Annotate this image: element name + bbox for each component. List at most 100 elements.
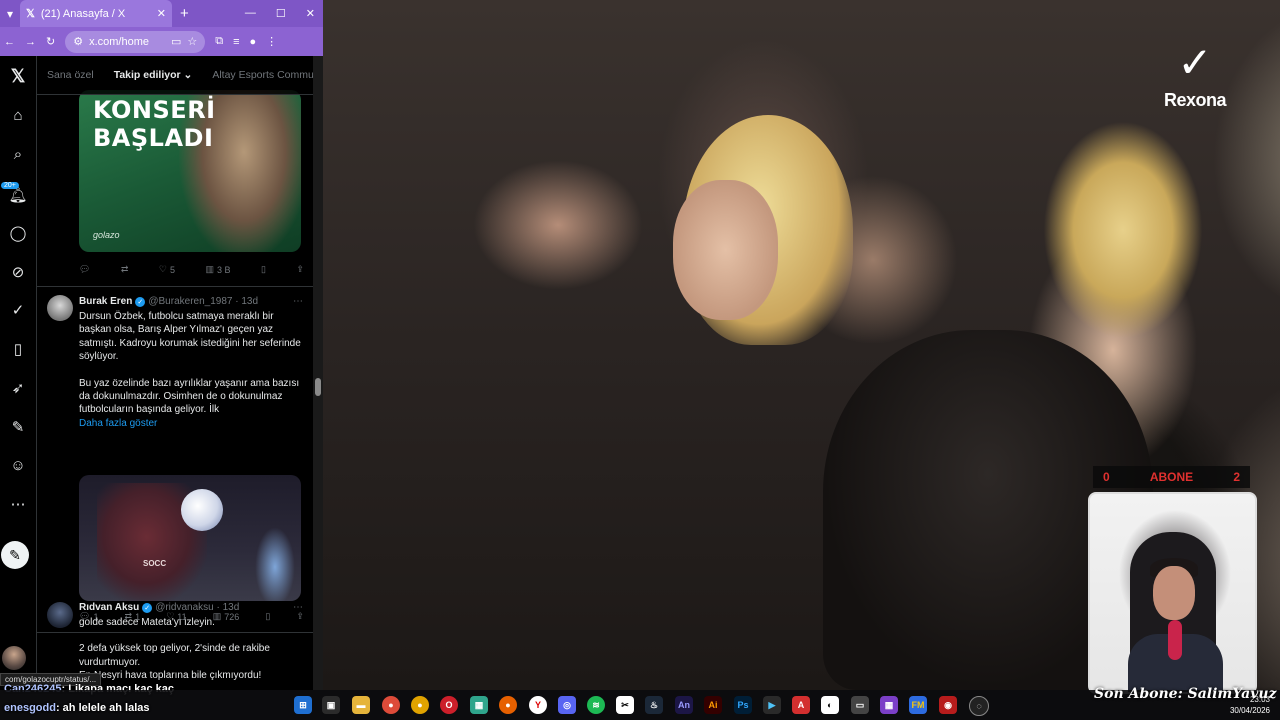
cast-icon[interactable]: ▭ [171, 35, 181, 48]
verified-icon: ✓ [135, 296, 146, 307]
microphone [1168, 620, 1182, 660]
forward-icon[interactable]: → [25, 36, 36, 48]
show-more-link[interactable]: Daha fazla göster [79, 417, 305, 430]
views-icon: ▥ [205, 264, 214, 274]
spotify-icon[interactable]: ≋ [587, 696, 605, 714]
address-bar[interactable]: ⚙ x.com/home ▭ ☆ [65, 30, 206, 53]
author-name[interactable]: Rıdvan Aksu [79, 602, 139, 613]
bookmarks-icon[interactable]: ▯ [4, 337, 32, 361]
tab-bar: ▾ 𝕏 (21) Anasayfa / X ✕ + — ☐ ✕ [0, 0, 323, 27]
tab-following[interactable]: Takip ediliyor ⌄ [104, 69, 203, 81]
discord-icon[interactable]: ◎ [558, 696, 576, 714]
author-handle[interactable]: @Burakeren_1987 · 13d [148, 296, 258, 307]
more-options-icon[interactable]: ⋯ [293, 602, 303, 613]
app3-icon[interactable]: FM [909, 696, 927, 714]
monitor-icon[interactable]: ▭ [851, 696, 869, 714]
reply-icon[interactable]: 💬︎ [79, 264, 90, 275]
avatar[interactable] [47, 602, 73, 628]
image-text: SOCC [143, 559, 167, 568]
x-sidebar: 𝕏 ⌂ ⌕ 🔔︎ 20+ ◯ ⊘ ✓ ▯ ➶ ✎ ☺ ⋯ ✎ [0, 56, 37, 690]
like-button[interactable]: ♡ 5 [159, 264, 175, 275]
media-icon[interactable]: ◐ [821, 696, 839, 714]
chrome-icon[interactable]: ● [382, 696, 400, 714]
abone-label: ABONE [1149, 470, 1194, 484]
rexona-logo: ✓ Rexona [1150, 36, 1240, 116]
steam-icon[interactable]: ♨ [645, 696, 663, 714]
feed-tabs: Sana özel Takip ediliyor ⌄ Altay Esports… [37, 56, 313, 95]
messages-icon[interactable]: ◯ [4, 221, 32, 245]
home-icon[interactable]: ⌂ [4, 103, 32, 127]
app2-icon[interactable]: ▦ [880, 696, 898, 714]
grok-icon[interactable]: ⊘ [4, 260, 32, 284]
tweet-header: Rıdvan Aksu ✓ @ridvanaksu · 13d [79, 602, 239, 613]
media-control-icon[interactable]: ≡ [233, 36, 239, 48]
extensions-icon[interactable]: ⧉ [215, 35, 223, 48]
chat-message: enesgodd: ah lelele ah lalas [4, 702, 150, 714]
profile-nav-icon[interactable]: ☺ [4, 453, 32, 477]
more-options-icon[interactable]: ⋯ [293, 296, 303, 307]
windows-start-icon[interactable]: ⊞ [294, 696, 312, 714]
obs-icon[interactable]: ◌ [969, 696, 989, 716]
verified-icon: ✓ [142, 602, 153, 613]
explorer-icon[interactable]: ▬ [352, 696, 370, 714]
site-info-icon[interactable]: ⚙ [73, 35, 83, 48]
more-icon[interactable]: ⋯ [4, 492, 32, 516]
premium-icon[interactable]: ✎ [4, 415, 32, 439]
compose-icon[interactable]: ✎ [1, 541, 29, 569]
back-icon[interactable]: ← [4, 36, 15, 48]
files-icon[interactable]: ▶ [763, 696, 781, 714]
minimize-icon[interactable]: — [245, 7, 256, 20]
window-controls: — ☐ ✕ [245, 7, 323, 20]
window-close-icon[interactable]: ✕ [306, 7, 315, 20]
tab-menu-icon[interactable]: ▾ [0, 7, 20, 21]
browser-menu-icon[interactable]: ⋮ [266, 35, 277, 48]
app-icon[interactable]: ▦ [470, 696, 488, 714]
capcut-icon[interactable]: ✂ [616, 696, 634, 714]
tweet-text: golde sadece Mateta'yı izleyin. 2 defa y… [79, 617, 270, 682]
avatar[interactable] [47, 295, 73, 321]
animate-icon[interactable]: An [675, 696, 693, 714]
communities-icon[interactable]: ✓ [4, 298, 32, 322]
jobs-icon[interactable]: ➶ [4, 376, 32, 400]
tweet-text: Dursun Özbek, futbolcu satmaya meraklı b… [79, 310, 305, 430]
opera-icon[interactable]: O [440, 696, 458, 714]
taskbar: ⊞ ▣ ▬ ● ● O ▦ ● Y ◎ ≋ ✂ ♨ An Ai Ps ▶ A ◐… [0, 690, 1280, 720]
author-name[interactable]: Burak Eren [79, 296, 132, 307]
scrollbar-thumb[interactable] [315, 378, 321, 396]
browser-tab[interactable]: 𝕏 (21) Anasayfa / X ✕ [20, 0, 172, 27]
reload-icon[interactable]: ↻ [46, 35, 55, 48]
tweet-image[interactable]: KONSERİ BAŞLADI golazo [79, 90, 301, 252]
maximize-icon[interactable]: ☐ [276, 7, 286, 20]
tab-close-icon[interactable]: ✕ [157, 7, 166, 20]
chat-user: enesgodd [4, 702, 56, 714]
repost-icon[interactable]: ⇄ [121, 264, 129, 275]
firefox-icon[interactable]: ● [499, 696, 517, 714]
yandex-icon[interactable]: Y [529, 696, 547, 714]
illustrator-icon[interactable]: Ai [704, 696, 722, 714]
profile-icon[interactable]: ● [250, 36, 257, 48]
x-logo-icon[interactable]: 𝕏 [4, 64, 32, 88]
acrobat-icon[interactable]: A [792, 696, 810, 714]
record-icon[interactable]: ◉ [939, 696, 957, 714]
views-button[interactable]: ▥ 3 B [205, 264, 230, 275]
search-icon[interactable]: ⌕ [4, 142, 32, 166]
like-icon: ♡ [158, 264, 167, 274]
tab-altay-esports[interactable]: Altay Esports Commu [202, 69, 313, 81]
share-icon[interactable]: ⇪ [296, 264, 304, 275]
author-handle[interactable]: @ridvanaksu · 13d [155, 602, 239, 613]
image-watermark: golazo [93, 230, 120, 240]
new-tab-icon[interactable]: + [180, 5, 189, 22]
browser-window: ▾ 𝕏 (21) Anasayfa / X ✕ + — ☐ ✕ ← → ↻ ⚙ … [0, 0, 323, 690]
task-view-icon[interactable]: ▣ [322, 696, 340, 714]
scrollbar[interactable] [313, 56, 323, 690]
bookmark-star-icon[interactable]: ☆ [187, 35, 197, 48]
photoshop-icon[interactable]: Ps [734, 696, 752, 714]
bookmark-icon[interactable]: ▯ [261, 264, 266, 275]
account-avatar[interactable] [2, 646, 26, 670]
tweet-image[interactable]: SOCC [79, 475, 301, 601]
tab-for-you[interactable]: Sana özel [37, 69, 104, 81]
last-subscriber-signature: Son Abone: SalimYavuz [1094, 686, 1277, 702]
tab-title: (21) Anasayfa / X [40, 7, 126, 20]
image-player-2 [255, 527, 295, 601]
chrome-alt-icon[interactable]: ● [411, 696, 429, 714]
